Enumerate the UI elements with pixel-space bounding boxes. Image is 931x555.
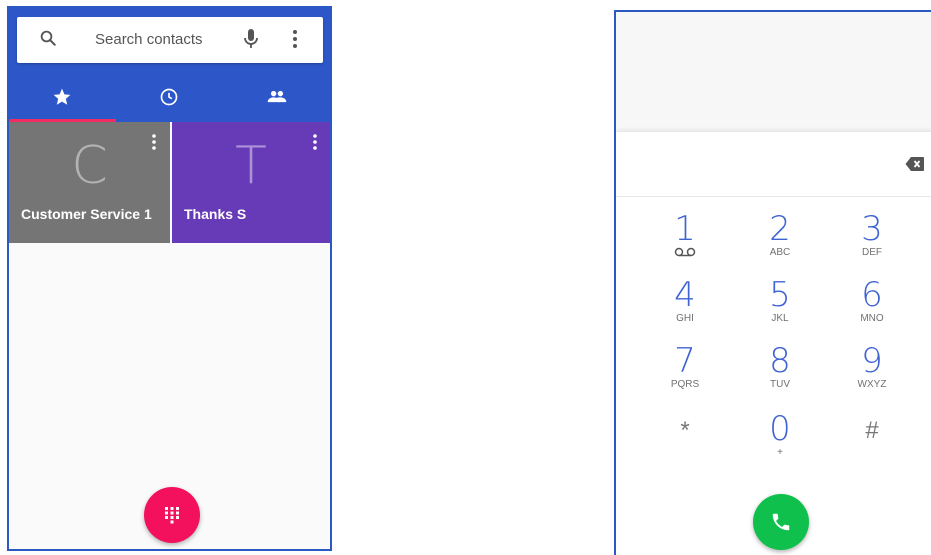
- key-digit: 8: [769, 341, 791, 381]
- clock-icon: [160, 88, 178, 106]
- app-bar: Search contacts: [9, 8, 330, 122]
- contact-name: Thanks S: [184, 206, 247, 222]
- key-letters: JKL: [771, 313, 789, 324]
- key-digit: 9: [861, 341, 883, 381]
- more-options-icon[interactable]: [293, 30, 297, 53]
- dialpad-key-5[interactable]: 5 JKL: [740, 278, 820, 325]
- key-letters: MNO: [860, 313, 884, 324]
- contacts-screen: Search contacts C Customer Service 1 T T…: [7, 6, 332, 551]
- favorite-tile[interactable]: T Thanks S: [172, 122, 330, 243]
- key-letters: DEF: [862, 247, 882, 258]
- dialpad-key-4[interactable]: 4 GHI: [645, 278, 725, 325]
- avatar-letter: T: [235, 136, 267, 196]
- contact-name: Customer Service 1: [21, 206, 152, 222]
- key-digit: *: [680, 417, 690, 444]
- key-letters: WXYZ: [857, 379, 887, 390]
- tab-bar: [9, 72, 330, 122]
- key-digit: 2: [769, 209, 791, 249]
- search-icon[interactable]: [39, 29, 57, 52]
- tab-favorites[interactable]: [9, 72, 116, 122]
- more-options-icon[interactable]: [152, 134, 156, 155]
- dialpad-icon: [165, 507, 179, 524]
- avatar-letter: C: [71, 136, 108, 196]
- dialpad-key-0[interactable]: 0 +: [740, 412, 820, 459]
- key-digit: 3: [861, 209, 883, 249]
- key-digit: 7: [674, 341, 696, 381]
- tab-contacts[interactable]: [223, 72, 330, 122]
- key-digit: 4: [674, 275, 696, 315]
- number-display-area: [616, 12, 931, 132]
- dialpad-key-hash[interactable]: #: [832, 414, 912, 448]
- dialpad-key-1[interactable]: 1: [645, 212, 725, 259]
- star-icon: [53, 88, 71, 105]
- key-letters: ABC: [769, 247, 791, 258]
- search-bar[interactable]: Search contacts: [17, 17, 323, 63]
- phone-icon: [772, 513, 790, 531]
- key-letters: +: [777, 447, 783, 458]
- voicemail-icon: [645, 247, 725, 259]
- backspace-icon[interactable]: [905, 156, 925, 177]
- more-options-icon[interactable]: [313, 134, 317, 155]
- dialpad-key-star[interactable]: *: [645, 414, 725, 448]
- key-digit: 1: [674, 209, 696, 249]
- key-letters: TUV: [770, 379, 790, 390]
- key-digit: 0: [769, 409, 791, 449]
- dialpad-key-9[interactable]: 9 WXYZ: [832, 344, 912, 391]
- dialpad-panel: 1 2 ABC 3 DEF 4 GHI 5 JKL 6 MNO 7 PQRS 8…: [616, 132, 931, 555]
- dialpad-key-3[interactable]: 3 DEF: [832, 212, 912, 259]
- search-input[interactable]: Search contacts: [95, 31, 203, 48]
- favorites-grid: C Customer Service 1 T Thanks S: [9, 122, 330, 243]
- call-button[interactable]: [753, 494, 809, 550]
- key-digit: 6: [861, 275, 883, 315]
- dialpad-key-8[interactable]: 8 TUV: [740, 344, 820, 391]
- dialpad-key-7[interactable]: 7 PQRS: [645, 344, 725, 391]
- dialer-screen: 1 2 ABC 3 DEF 4 GHI 5 JKL 6 MNO 7 PQRS 8…: [614, 10, 931, 555]
- people-icon: [267, 90, 287, 103]
- dialpad-key-2[interactable]: 2 ABC: [740, 212, 820, 259]
- key-letters: PQRS: [670, 379, 700, 390]
- tab-recents[interactable]: [116, 72, 223, 122]
- key-digit: 5: [769, 275, 791, 315]
- dialpad-button[interactable]: [144, 487, 200, 543]
- key-letters: GHI: [676, 313, 694, 324]
- digits-field[interactable]: [616, 132, 931, 197]
- key-digit: #: [865, 417, 879, 444]
- favorite-tile[interactable]: C Customer Service 1: [9, 122, 170, 243]
- microphone-icon[interactable]: [243, 28, 259, 55]
- dialpad-key-6[interactable]: 6 MNO: [832, 278, 912, 325]
